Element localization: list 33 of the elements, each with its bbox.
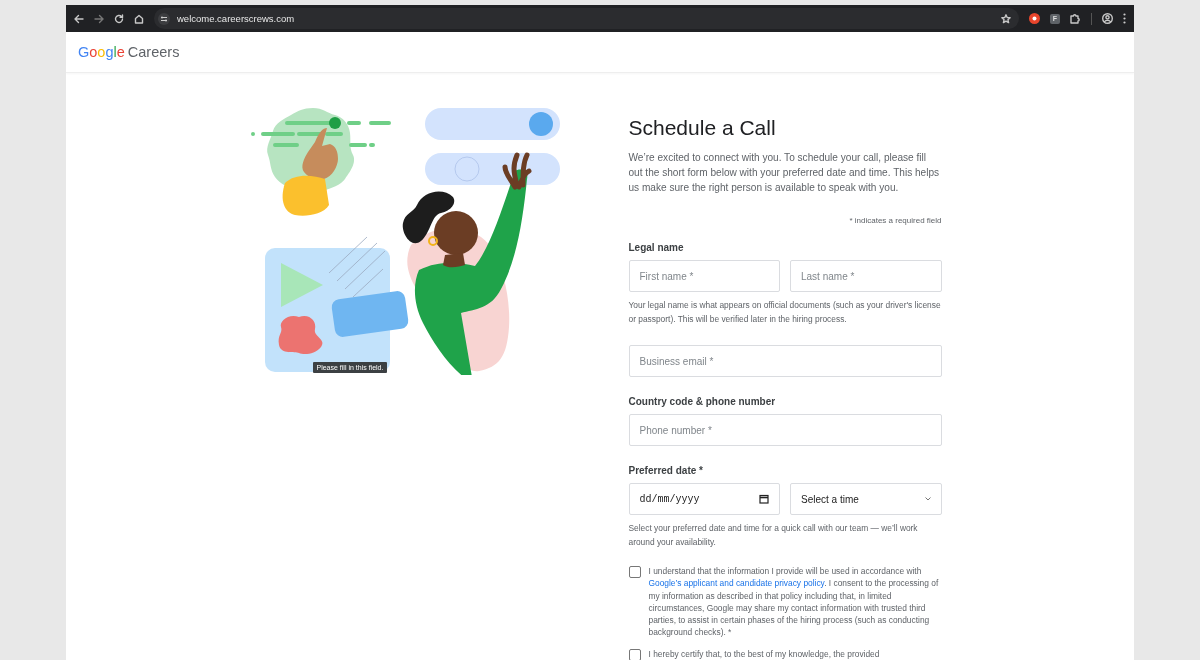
time-select[interactable]: Select a time (790, 483, 942, 515)
page-title: Schedule a Call (628, 115, 777, 141)
help-text: Your legal name is what appears on official documents (such as your driver's license or passport). This will be verified later in the hiring process. (628, 299, 942, 326)
input-field[interactable]: First name * (628, 260, 780, 292)
consent-checkbox[interactable] (628, 566, 641, 578)
input-field[interactable]: Phone number * (628, 414, 942, 446)
field-label: Country code & phone number (628, 396, 777, 407)
forward-icon[interactable] (94, 13, 104, 24)
puzzle-icon[interactable] (1070, 13, 1081, 24)
required-note: * indicates a required field (848, 216, 942, 225)
bookmark-star-icon[interactable] (1001, 13, 1011, 24)
chevron-down-icon (924, 497, 931, 501)
field-label: Preferred date * (628, 465, 704, 476)
home-icon[interactable] (134, 13, 144, 24)
back-icon[interactable] (74, 13, 84, 24)
input-field[interactable]: Business email * (628, 345, 942, 377)
url-text[interactable]: welcome.careerscrews.com (177, 13, 295, 24)
input-field[interactable]: Last name * (790, 260, 942, 292)
help-text: Select your preferred date and time for a quick call with our team — we’ll work around your availability. (628, 522, 919, 549)
consent-text: I understand that the information I provide will be used in accordance with Google’s applicant and candidate privacy policy. I consent to the processing of my information as described in that policy including that, in limited circumstances, Google may share my contact information with trusted third parties, to assist in certain phases of the hiring process (such as conducting background checks). * (648, 565, 940, 639)
consent-checkbox[interactable] (628, 648, 641, 660)
reload-icon[interactable] (114, 13, 124, 24)
calendar-icon[interactable] (759, 494, 769, 504)
menu-icon[interactable] (1123, 13, 1126, 24)
intro-text: We’re excited to connect with you. To schedule your call, please fill out the short form below with your preferred date and time. This helps us make sure the right person is available to speak with you. (628, 151, 941, 195)
address-bar[interactable]: welcome.careerscrews.com (154, 8, 1019, 29)
field-label: Legal name (628, 242, 685, 253)
site-settings-icon[interactable] (158, 12, 170, 25)
profile-icon[interactable] (1102, 13, 1113, 24)
extension-icon[interactable] (1029, 13, 1040, 24)
date-field[interactable]: dd/mm/yyyy (628, 483, 780, 515)
consent-text: I hereby certify that, to the best of my knowledge, the provided (648, 647, 880, 660)
site-logo[interactable]: Google Careers (78, 44, 180, 60)
